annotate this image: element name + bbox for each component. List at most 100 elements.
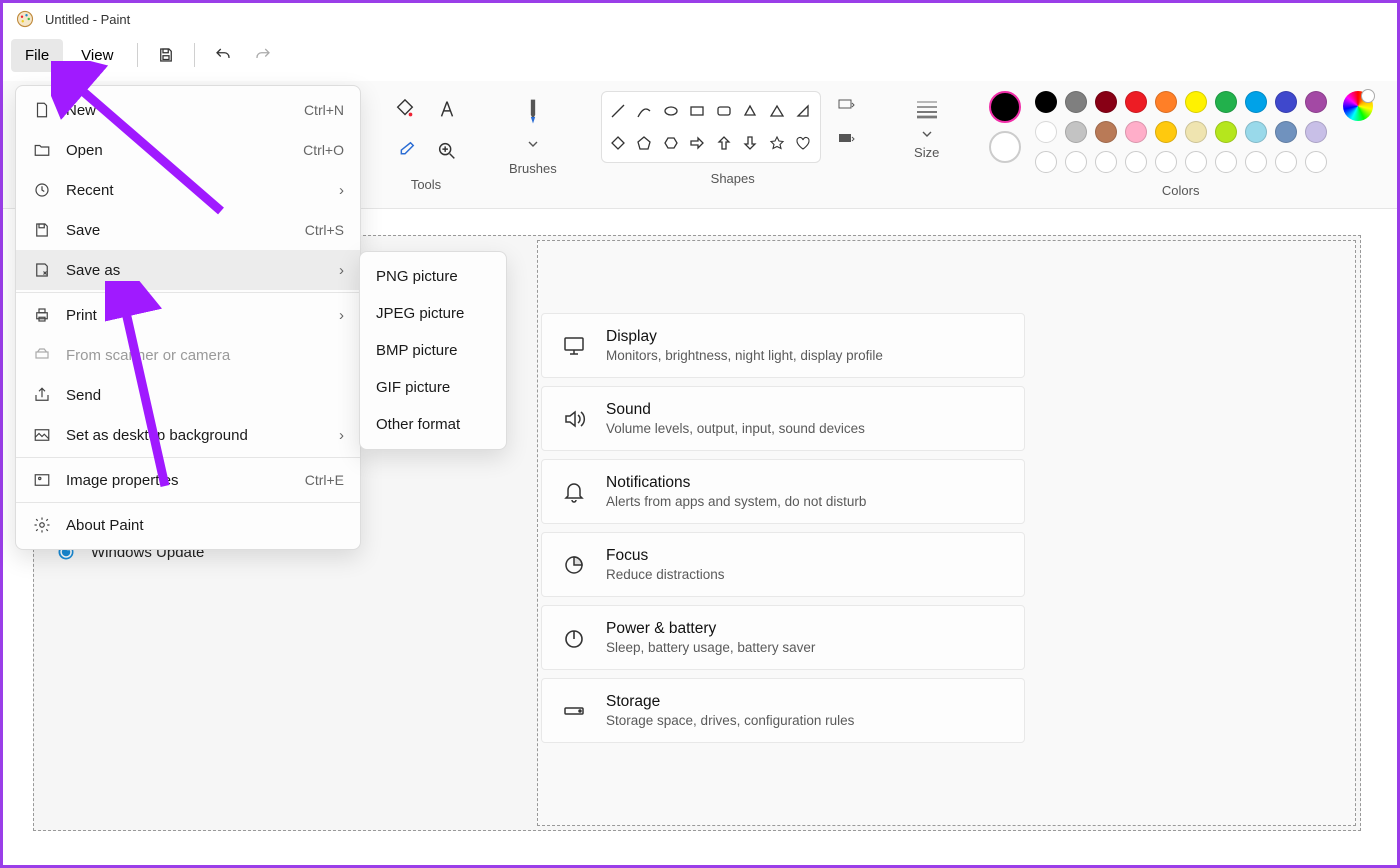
color-swatch[interactable] bbox=[1215, 91, 1237, 113]
card-title: Display bbox=[606, 328, 883, 346]
brushes-dropdown[interactable] bbox=[514, 91, 552, 153]
shape-arrow-down-icon[interactable] bbox=[738, 128, 763, 158]
saveas-png[interactable]: PNG picture bbox=[360, 258, 506, 295]
color-swatch[interactable] bbox=[1185, 91, 1207, 113]
menu-label: Open bbox=[66, 142, 289, 159]
card-subtitle: Alerts from apps and system, do not dist… bbox=[606, 494, 866, 509]
color-swatch-empty[interactable] bbox=[1185, 151, 1207, 173]
shape-hexagon-icon[interactable] bbox=[659, 128, 684, 158]
color-2-swatch[interactable] bbox=[989, 131, 1021, 163]
saveas-gif[interactable]: GIF picture bbox=[360, 369, 506, 406]
card-notifications[interactable]: NotificationsAlerts from apps and system… bbox=[541, 459, 1025, 524]
size-dropdown[interactable] bbox=[909, 91, 945, 127]
color-swatch[interactable] bbox=[1125, 91, 1147, 113]
titlebar: Untitled - Paint bbox=[3, 3, 1397, 33]
shape-star-icon[interactable] bbox=[765, 128, 790, 158]
separator bbox=[16, 457, 360, 458]
color-swatch[interactable] bbox=[1185, 121, 1207, 143]
file-print[interactable]: Print › bbox=[16, 295, 360, 335]
file-save[interactable]: Save Ctrl+S bbox=[16, 210, 360, 250]
card-focus[interactable]: FocusReduce distractions bbox=[541, 532, 1025, 597]
card-storage[interactable]: StorageStorage space, drives, configurat… bbox=[541, 678, 1025, 743]
color-1-swatch[interactable] bbox=[989, 91, 1021, 123]
color-swatch[interactable] bbox=[1275, 121, 1297, 143]
file-recent[interactable]: Recent › bbox=[16, 170, 360, 210]
redo-button[interactable] bbox=[245, 37, 281, 73]
file-new[interactable]: New Ctrl+N bbox=[16, 90, 360, 130]
saveas-jpeg[interactable]: JPEG picture bbox=[360, 295, 506, 332]
color-swatch-empty[interactable] bbox=[1155, 151, 1177, 173]
shape-righttriangle-icon[interactable] bbox=[791, 96, 816, 126]
shape-diamond-icon[interactable] bbox=[606, 128, 631, 158]
color-swatch-empty[interactable] bbox=[1245, 151, 1267, 173]
menu-label: Recent bbox=[66, 182, 325, 199]
color-swatch[interactable] bbox=[1215, 121, 1237, 143]
color-swatch[interactable] bbox=[1065, 121, 1087, 143]
file-image-properties[interactable]: Image properties Ctrl+E bbox=[16, 460, 360, 500]
color-swatch[interactable] bbox=[1245, 121, 1267, 143]
eyedropper-tool-icon[interactable] bbox=[387, 133, 423, 169]
file-open[interactable]: Open Ctrl+O bbox=[16, 130, 360, 170]
menu-label: Image properties bbox=[66, 472, 291, 489]
color-swatch-empty[interactable] bbox=[1305, 151, 1327, 173]
color-swatch[interactable] bbox=[1035, 121, 1057, 143]
shape-arrow-up-icon[interactable] bbox=[712, 128, 737, 158]
shape-rect-icon[interactable] bbox=[685, 96, 710, 126]
shape-roundrect-icon[interactable] bbox=[712, 96, 737, 126]
file-send[interactable]: Send bbox=[16, 375, 360, 415]
card-display[interactable]: Display Monitors, brightness, night light… bbox=[541, 313, 1025, 378]
undo-button[interactable] bbox=[205, 37, 241, 73]
saveas-bmp[interactable]: BMP picture bbox=[360, 332, 506, 369]
shape-pentagon-icon[interactable] bbox=[632, 128, 657, 158]
card-subtitle: Monitors, brightness, night light, displ… bbox=[606, 348, 883, 363]
saveas-other[interactable]: Other format bbox=[360, 406, 506, 443]
color-swatch[interactable] bbox=[1035, 91, 1057, 113]
shape-oval-icon[interactable] bbox=[659, 96, 684, 126]
save-icon-button[interactable] bbox=[148, 37, 184, 73]
shape-heart-icon[interactable] bbox=[791, 128, 816, 158]
color-swatch-empty[interactable] bbox=[1065, 151, 1087, 173]
shapes-gallery[interactable] bbox=[601, 91, 821, 163]
color-swatch[interactable] bbox=[1155, 91, 1177, 113]
color-swatch-empty[interactable] bbox=[1095, 151, 1117, 173]
color-swatch[interactable] bbox=[1305, 91, 1327, 113]
shortcut: Ctrl+N bbox=[304, 102, 344, 118]
color-swatch[interactable] bbox=[1245, 91, 1267, 113]
chevron-right-icon: › bbox=[339, 427, 344, 444]
color-swatch[interactable] bbox=[1125, 121, 1147, 143]
magnifier-tool-icon[interactable] bbox=[429, 133, 465, 169]
text-tool-icon[interactable] bbox=[429, 91, 465, 127]
color-swatch-empty[interactable] bbox=[1275, 151, 1297, 173]
shape-curve-icon[interactable] bbox=[632, 96, 657, 126]
shape-polygon-icon[interactable] bbox=[738, 96, 763, 126]
color-swatch-empty[interactable] bbox=[1215, 151, 1237, 173]
shapes-label: Shapes bbox=[711, 171, 755, 186]
color-swatch[interactable] bbox=[1275, 91, 1297, 113]
bell-icon bbox=[560, 478, 588, 506]
shape-triangle-icon[interactable] bbox=[765, 96, 790, 126]
color-swatch[interactable] bbox=[1095, 91, 1117, 113]
color-swatch[interactable] bbox=[1095, 121, 1117, 143]
file-about[interactable]: About Paint bbox=[16, 505, 360, 545]
edit-colors-button[interactable] bbox=[1343, 91, 1373, 121]
color-swatch[interactable] bbox=[1155, 121, 1177, 143]
fill-tool-icon[interactable] bbox=[387, 91, 423, 127]
color-swatch-empty[interactable] bbox=[1125, 151, 1147, 173]
brushes-label: Brushes bbox=[509, 161, 557, 176]
file-desktop-background[interactable]: Set as desktop background › bbox=[16, 415, 360, 455]
gear-icon bbox=[32, 515, 52, 535]
file-save-as[interactable]: Save as › bbox=[16, 250, 360, 290]
color-swatch[interactable] bbox=[1305, 121, 1327, 143]
menu-file[interactable]: File bbox=[11, 39, 63, 72]
shape-arrow-right-icon[interactable] bbox=[685, 128, 710, 158]
monitor-icon bbox=[560, 332, 588, 360]
shortcut: Ctrl+O bbox=[303, 142, 344, 158]
color-swatch[interactable] bbox=[1065, 91, 1087, 113]
card-sound[interactable]: SoundVolume levels, output, input, sound… bbox=[541, 386, 1025, 451]
color-swatch-empty[interactable] bbox=[1035, 151, 1057, 173]
shape-outline-dropdown[interactable] bbox=[829, 91, 865, 121]
shape-fill-dropdown[interactable] bbox=[829, 125, 865, 155]
card-power[interactable]: Power & batterySleep, battery usage, bat… bbox=[541, 605, 1025, 670]
menu-view[interactable]: View bbox=[67, 39, 127, 72]
shape-line-icon[interactable] bbox=[606, 96, 631, 126]
